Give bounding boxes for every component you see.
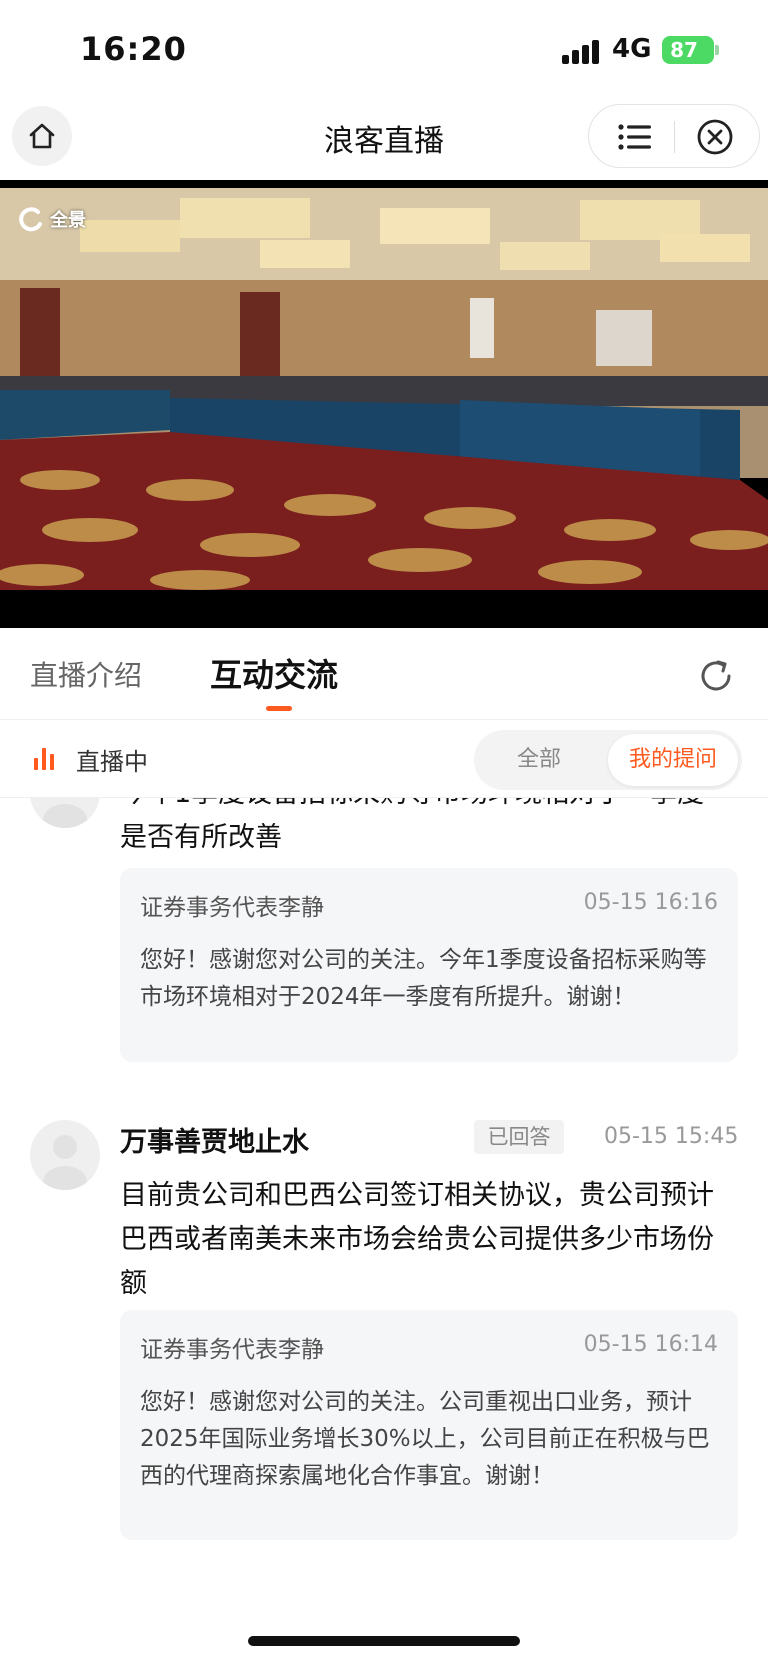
close-button[interactable]	[693, 117, 737, 157]
home-indicator[interactable]	[248, 1636, 520, 1646]
question-filter: 全部 我的提问	[474, 730, 742, 790]
user-avatar-icon	[43, 804, 87, 828]
question-text: 目前贵公司和巴西公司签订相关协议，贵公司预计巴西或者南美未来市场会给贵公司提供多…	[120, 1180, 714, 1299]
conference-hall-image	[0, 180, 768, 628]
answer-time: 05-15 16:16	[583, 890, 718, 915]
avatar	[30, 798, 100, 828]
answer-text: 您好！感谢您对公司的关注。今年1季度设备招标采购等市场环境相对于2024年一季度…	[140, 947, 707, 1010]
battery-icon: 87	[662, 36, 719, 64]
filter-my-questions-button[interactable]: 我的提问	[608, 734, 738, 786]
status-badge: 已回答	[474, 1120, 564, 1154]
quanjing-logo-icon	[19, 207, 42, 232]
video-watermark-text: 全景	[50, 210, 86, 231]
question-text: 今年1季度设备招标采购等市场环境相对于一季度是否有所改善	[120, 798, 704, 853]
active-tab-indicator	[266, 706, 292, 711]
nav-bar: 浪客直播	[0, 100, 768, 180]
content-tabs: 直播介绍 互动交流	[0, 628, 768, 720]
status-bar: 16:20 4G 87	[0, 0, 768, 100]
video-watermark-logo: 全景	[16, 206, 86, 232]
answer-card: 证券事务代表李静 05-15 16:14 您好！感谢您对公司的关注。公司重视出口…	[120, 1310, 738, 1540]
mini-program-capsule	[588, 104, 760, 168]
answer-responder: 证券事务代表李静	[140, 1337, 324, 1363]
refresh-button[interactable]	[696, 656, 736, 696]
close-circle-icon	[697, 119, 733, 155]
tab-live-intro[interactable]: 直播介绍	[30, 654, 142, 694]
avatar	[30, 1120, 100, 1190]
filter-all-button[interactable]: 全部	[474, 730, 604, 790]
answer-time: 05-15 16:14	[583, 1332, 718, 1357]
live-video-player[interactable]: 全景	[0, 180, 768, 628]
menu-button[interactable]	[613, 117, 657, 157]
network-label: 4G	[612, 34, 652, 64]
question-time: 05-15 15:45	[604, 1124, 739, 1149]
answer-responder: 证券事务代表李静	[140, 895, 324, 921]
live-status-row: 直播中 全部 我的提问	[0, 720, 768, 798]
live-label: 直播中	[76, 748, 148, 776]
question-list[interactable]: 今年1季度设备招标采购等市场环境相对于一季度是否有所改善 证券事务代表李静 05…	[0, 798, 768, 1663]
live-bars-icon	[34, 748, 54, 770]
answer-text: 您好！感谢您对公司的关注。公司重视出口业务，预计2025年国际业务增长30%以上…	[140, 1389, 710, 1489]
answer-card: 证券事务代表李静 05-15 16:16 您好！感谢您对公司的关注。今年1季度设…	[120, 868, 738, 1062]
user-avatar-icon	[43, 1135, 87, 1190]
tab-interaction[interactable]: 互动交流	[210, 650, 338, 696]
user-name: 万事善贾地止水	[120, 1127, 309, 1158]
list-icon	[618, 124, 651, 150]
status-time: 16:20	[80, 30, 187, 68]
battery-level: 87	[670, 38, 698, 62]
refresh-icon	[701, 660, 731, 691]
signal-icon	[562, 38, 600, 64]
